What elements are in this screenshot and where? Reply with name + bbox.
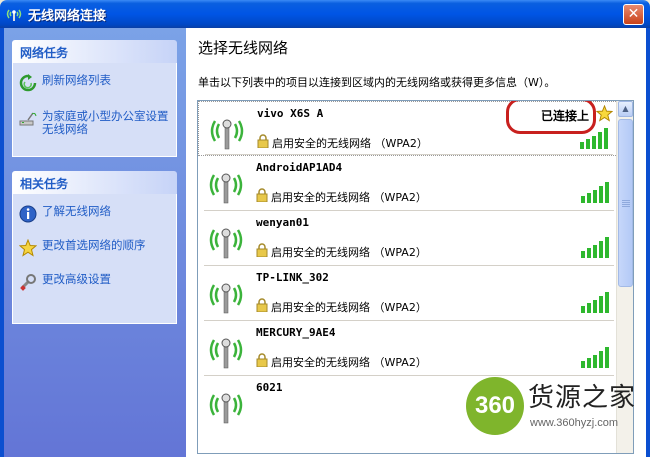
network-security: 启用安全的无线网络 （WPA2）: [271, 246, 427, 259]
thumb-grip: [622, 206, 630, 207]
signal-strength-icon: [581, 237, 609, 258]
network-tasks-header: 网络任务: [12, 40, 177, 63]
scroll-up-button[interactable]: ▲: [618, 101, 633, 117]
network-security: 启用安全的无线网络 （WPA2）: [271, 356, 427, 369]
related-tasks-header: 相关任务: [12, 171, 177, 194]
related-tasks-box: 相关任务 了解无线网络 更改首选网络的顺序 更改高级设置: [12, 171, 177, 324]
wireless-network-icon: [6, 9, 22, 21]
task-learn-wireless[interactable]: 了解无线网络: [19, 205, 170, 223]
lock-icon: [256, 298, 268, 312]
settings-icon: [20, 274, 36, 291]
page-description: 单击以下列表中的项目以连接到区域内的无线网络或获得更多信息（W）。: [198, 76, 556, 89]
related-tasks-body: 了解无线网络 更改首选网络的顺序 更改高级设置: [12, 194, 177, 324]
task-advanced-settings[interactable]: 更改高级设置: [19, 273, 170, 291]
wireless-antenna-icon: [209, 173, 243, 204]
thumb-grip: [622, 200, 630, 201]
task-label: 为家庭或小型办公室设置无线网络: [42, 109, 169, 136]
lock-icon: [256, 353, 268, 367]
task-change-order[interactable]: 更改首选网络的顺序: [19, 239, 170, 257]
lock-icon: [256, 188, 268, 202]
title-bar: 无线网络连接 ✕: [0, 0, 650, 28]
network-name: wenyan01: [256, 216, 309, 229]
watermark-brand: 货源之家: [528, 383, 637, 413]
refresh-icon: [19, 74, 37, 92]
info-icon: [19, 205, 37, 223]
signal-strength-icon: [581, 182, 609, 203]
watermark-url: www.360hyzj.com: [530, 417, 619, 429]
network-name: AndroidAP1AD4: [256, 161, 343, 174]
network-item[interactable]: wenyan01 启用安全的无线网络 （WPA2）: [198, 211, 618, 266]
watermark-logo: 360: [466, 377, 524, 435]
wireless-antenna-icon: [209, 228, 243, 259]
network-item[interactable]: TP-LINK_302 启用安全的无线网络 （WPA2）: [198, 266, 618, 321]
network-security: 启用安全的无线网络 （WPA2）: [272, 137, 428, 150]
network-item[interactable]: AndroidAP1AD4 启用安全的无线网络 （WPA2）: [198, 156, 618, 211]
window-title: 无线网络连接: [28, 8, 107, 24]
network-tasks-box: 网络任务 刷新网络列表 为家庭或小型办公室设置无线网络: [12, 40, 177, 157]
task-label: 更改高级设置: [42, 272, 111, 286]
lock-icon: [256, 243, 268, 257]
network-name: vivo X6S A: [257, 107, 324, 120]
separator: [205, 154, 613, 155]
task-pane: 网络任务 刷新网络列表 为家庭或小型办公室设置无线网络 相关任务 了解无线网络 …: [4, 28, 186, 457]
signal-strength-icon: [581, 292, 609, 313]
watermark: 360 货源之家 www.360hyzj.com: [466, 371, 646, 441]
thumb-grip: [622, 202, 630, 203]
task-label: 刷新网络列表: [42, 73, 111, 87]
thumb-grip: [622, 204, 630, 205]
close-icon: ✕: [627, 6, 640, 22]
wireless-antenna-icon: [209, 393, 243, 424]
close-button[interactable]: ✕: [623, 4, 644, 25]
task-label: 了解无线网络: [42, 204, 111, 218]
signal-strength-icon: [580, 128, 608, 149]
task-setup-wireless[interactable]: 为家庭或小型办公室设置无线网络: [19, 110, 170, 136]
network-tasks-body: 刷新网络列表 为家庭或小型办公室设置无线网络: [12, 63, 177, 157]
scroll-thumb[interactable]: [618, 119, 633, 287]
lock-icon: [257, 134, 269, 148]
wireless-antenna-icon: [209, 283, 243, 314]
network-item[interactable]: MERCURY_9AE4 启用安全的无线网络 （WPA2）: [198, 321, 618, 376]
task-refresh-list[interactable]: 刷新网络列表: [19, 74, 170, 92]
network-item[interactable]: vivo X6S A 已连接上 启用安全的无线网络 （WPA2）: [198, 101, 618, 156]
task-label: 更改首选网络的顺序: [42, 238, 146, 252]
wireless-antenna-icon: [209, 338, 243, 369]
signal-strength-icon: [581, 347, 609, 368]
network-name: MERCURY_9AE4: [256, 326, 336, 339]
star-icon: [19, 239, 37, 257]
page-title: 选择无线网络: [198, 39, 289, 57]
wireless-antenna-icon: [210, 119, 244, 150]
connection-status: 已连接上: [540, 109, 589, 123]
network-security: 启用安全的无线网络 （WPA2）: [271, 191, 427, 204]
network-name: TP-LINK_302: [256, 271, 329, 284]
network-security: 启用安全的无线网络 （WPA2）: [271, 301, 427, 314]
window-frame-right: [646, 28, 650, 457]
wireless-setup-icon: [19, 112, 37, 126]
network-name: 6021: [256, 381, 283, 394]
preferred-star-icon: [596, 105, 613, 122]
